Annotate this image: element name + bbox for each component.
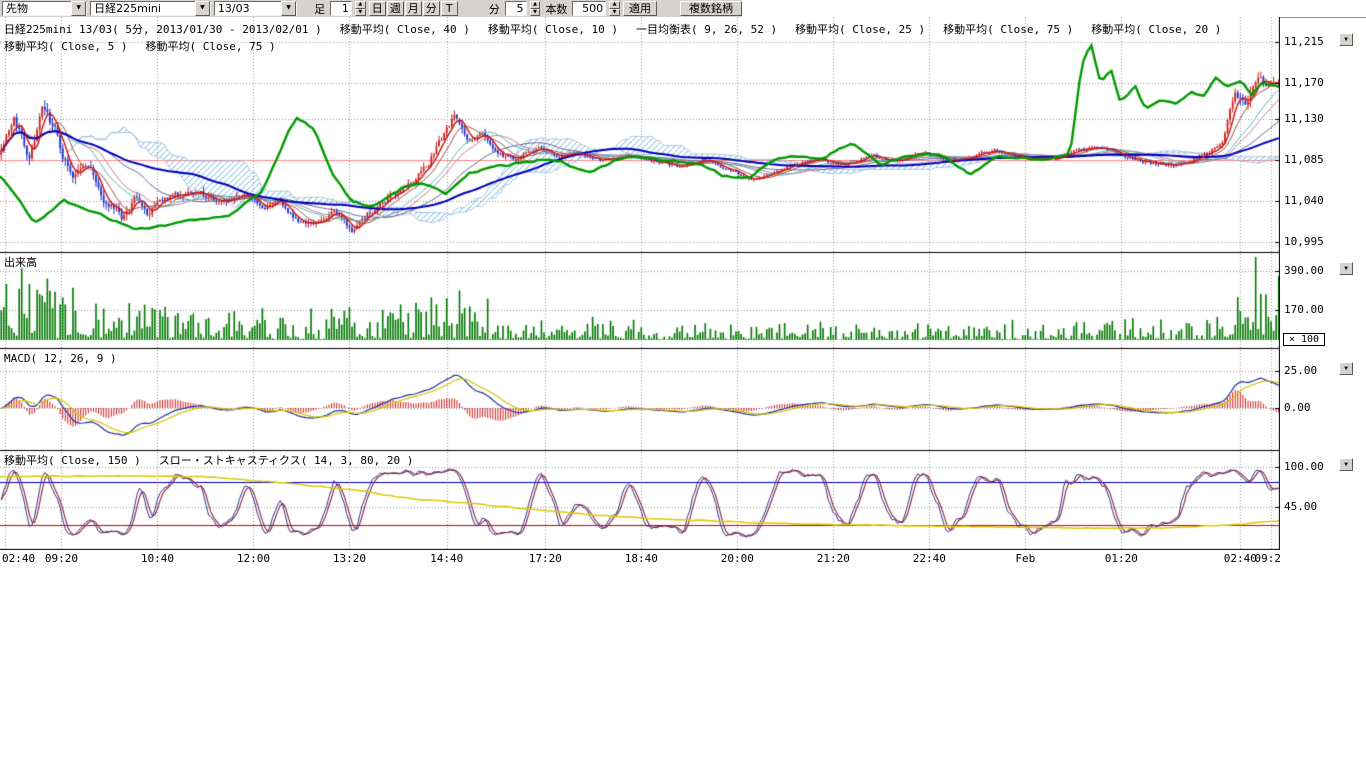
y-axis-tick-label: 170.00 <box>1284 304 1324 316</box>
y-axis-tick-label: 11,215 <box>1284 36 1324 48</box>
y-axis-tick-label: 10,995 <box>1284 236 1324 248</box>
x-axis-tick-label: 01:20 <box>1105 553 1138 565</box>
pane-scroll-down-button[interactable]: ▼ <box>1339 33 1353 46</box>
x-axis-tick-label: 09:20 <box>45 553 78 565</box>
x-axis-tick-label: 10:40 <box>141 553 174 565</box>
pane-scroll-down-button[interactable]: ▼ <box>1339 262 1353 275</box>
x-axis-tick-label: 17:20 <box>529 553 562 565</box>
x-axis-tick-label: 02:40 <box>2 553 35 565</box>
x-axis-tick-label: 18:40 <box>625 553 658 565</box>
x-axis-tick-label: 20:00 <box>721 553 754 565</box>
x-axis-tick-label: 13:20 <box>333 553 366 565</box>
y-axis-tick-label: 11,040 <box>1284 195 1324 207</box>
x-axis-tick-label: 14:40 <box>430 553 463 565</box>
chart-area: 日経225mini 13/03( 5分, 2013/01/30 - 2013/0… <box>0 0 1366 768</box>
chart-application-window: 先物 ▼ 日経225mini ▼ 13/03 ▼ 足 ▲▼ 日週月分T 分 ▲▼… <box>0 0 1366 768</box>
y-axis-tick-label: 11,085 <box>1284 154 1324 166</box>
time-axis: 02:4009:2010:4012:0013:2014:4017:2018:40… <box>0 551 1281 567</box>
pane-scroll-down-button[interactable]: ▼ <box>1339 362 1353 375</box>
x-axis-tick-label: 22:40 <box>913 553 946 565</box>
y-axis-tick-label: 100.00 <box>1284 461 1324 473</box>
x-axis-tick-label: 09:20 <box>1254 553 1281 565</box>
y-axis-tick-label: 11,130 <box>1284 113 1324 125</box>
pane-scroll-down-button[interactable]: ▼ <box>1339 458 1353 471</box>
volume-multiplier-badge: × 100 <box>1283 333 1325 346</box>
y-axis-tick-label: 25.00 <box>1284 365 1317 377</box>
x-axis-tick-label: Feb <box>1015 553 1035 565</box>
x-axis-tick-label: 02:40 <box>1224 553 1257 565</box>
y-axis-tick-label: 45.00 <box>1284 501 1317 513</box>
y-axis-tick-label: 0.00 <box>1284 402 1311 414</box>
x-axis-tick-label: 12:00 <box>237 553 270 565</box>
x-axis-tick-label: 21:20 <box>817 553 850 565</box>
y-axis-tick-label: 390.00 <box>1284 265 1324 277</box>
chart-canvas[interactable] <box>0 17 1280 550</box>
y-axis-tick-label: 11,170 <box>1284 77 1324 89</box>
